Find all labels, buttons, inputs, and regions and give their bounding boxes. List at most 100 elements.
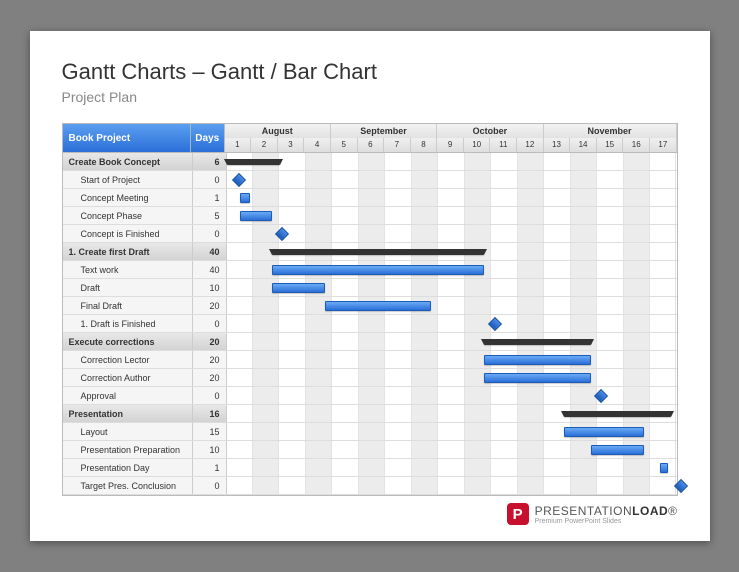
task-name: Presentation xyxy=(63,405,193,422)
task-row: Presentation Day1 xyxy=(63,459,677,477)
task-bar xyxy=(240,193,251,203)
logo-brand-2: LOAD xyxy=(632,504,668,518)
summary-bar xyxy=(564,411,670,417)
logo-text-wrap: PRESENTATIONLOAD® Premium PowerPoint Sli… xyxy=(535,504,678,525)
task-days: 16 xyxy=(193,405,227,422)
week-header: 10 xyxy=(464,138,491,152)
task-row: Presentation Preparation10 xyxy=(63,441,677,459)
task-bar xyxy=(564,427,644,437)
logo-reg: ® xyxy=(668,504,677,518)
task-name: Presentation Day xyxy=(63,459,193,476)
gantt-header: Book Project Days AugustSeptemberOctober… xyxy=(63,124,677,153)
month-header: October xyxy=(437,124,543,138)
task-grid xyxy=(227,405,677,422)
summary-bar xyxy=(272,249,485,255)
task-days: 0 xyxy=(193,387,227,404)
task-grid xyxy=(227,207,677,224)
task-name: Target Pres. Conclusion xyxy=(63,477,193,494)
task-name: 1. Draft is Finished xyxy=(63,315,193,332)
slide-subtitle: Project Plan xyxy=(62,89,678,105)
week-header: 4 xyxy=(304,138,331,152)
project-header: Book Project xyxy=(63,124,191,152)
gantt-body: Create Book Concept6Start of Project0Con… xyxy=(63,153,677,495)
task-days: 40 xyxy=(193,243,227,260)
task-name: 1. Create first Draft xyxy=(63,243,193,260)
task-row: Correction Lector20 xyxy=(63,351,677,369)
task-days: 10 xyxy=(193,279,227,296)
task-bar xyxy=(240,211,272,221)
task-name: Presentation Preparation xyxy=(63,441,193,458)
task-days: 40 xyxy=(193,261,227,278)
week-header: 14 xyxy=(570,138,597,152)
slide: Gantt Charts – Gantt / Bar Chart Project… xyxy=(30,31,710,541)
task-row: 1. Create first Draft40 xyxy=(63,243,677,261)
task-name: Layout xyxy=(63,423,193,440)
task-name: Concept Meeting xyxy=(63,189,193,206)
task-bar xyxy=(272,283,325,293)
task-grid xyxy=(227,459,677,476)
week-header: 5 xyxy=(331,138,358,152)
task-row: Layout15 xyxy=(63,423,677,441)
task-days: 20 xyxy=(193,369,227,386)
days-header: Days xyxy=(191,124,225,152)
task-grid xyxy=(227,225,677,242)
months-row: AugustSeptemberOctoberNovember xyxy=(225,124,677,138)
task-bar xyxy=(484,355,590,365)
task-name: Execute corrections xyxy=(63,333,193,350)
task-grid xyxy=(227,153,677,170)
task-row: Start of Project0 xyxy=(63,171,677,189)
month-header: September xyxy=(331,124,437,138)
task-days: 5 xyxy=(193,207,227,224)
task-grid xyxy=(227,297,677,314)
task-grid xyxy=(227,315,677,332)
task-row: Target Pres. Conclusion0 xyxy=(63,477,677,495)
task-bar xyxy=(660,463,668,473)
task-name: Text work xyxy=(63,261,193,278)
task-row: Concept Phase5 xyxy=(63,207,677,225)
task-row: 1. Draft is Finished0 xyxy=(63,315,677,333)
week-header: 11 xyxy=(490,138,517,152)
timeline-header: AugustSeptemberOctoberNovember 123456789… xyxy=(225,124,677,152)
task-grid xyxy=(227,387,677,404)
week-header: 3 xyxy=(278,138,305,152)
footer-logo: P PRESENTATIONLOAD® Premium PowerPoint S… xyxy=(507,503,678,525)
week-header: 13 xyxy=(544,138,571,152)
task-name: Draft xyxy=(63,279,193,296)
task-days: 0 xyxy=(193,225,227,242)
task-row: Final Draft20 xyxy=(63,297,677,315)
task-row: Execute corrections20 xyxy=(63,333,677,351)
task-name: Final Draft xyxy=(63,297,193,314)
task-row: Concept is Finished0 xyxy=(63,225,677,243)
task-row: Concept Meeting1 xyxy=(63,189,677,207)
task-grid xyxy=(227,333,677,350)
task-days: 1 xyxy=(193,189,227,206)
logo-brand-1: PRESENTATION xyxy=(535,504,633,518)
task-grid xyxy=(227,369,677,386)
task-grid xyxy=(227,261,677,278)
task-name: Create Book Concept xyxy=(63,153,193,170)
slide-title: Gantt Charts – Gantt / Bar Chart xyxy=(62,59,678,85)
month-header: November xyxy=(544,124,677,138)
task-grid xyxy=(227,351,677,368)
task-days: 20 xyxy=(193,351,227,368)
task-days: 1 xyxy=(193,459,227,476)
week-header: 16 xyxy=(623,138,650,152)
gantt-chart: Book Project Days AugustSeptemberOctober… xyxy=(62,123,678,496)
task-days: 0 xyxy=(193,315,227,332)
week-header: 15 xyxy=(597,138,624,152)
logo-sub: Premium PowerPoint Slides xyxy=(535,518,678,525)
week-header: 7 xyxy=(384,138,411,152)
week-header: 2 xyxy=(251,138,278,152)
task-row: Correction Author20 xyxy=(63,369,677,387)
weeks-row: 1234567891011121314151617 xyxy=(225,138,677,152)
task-name: Correction Lector xyxy=(63,351,193,368)
task-name: Start of Project xyxy=(63,171,193,188)
task-bar xyxy=(591,445,644,455)
task-name: Approval xyxy=(63,387,193,404)
task-name: Concept is Finished xyxy=(63,225,193,242)
task-days: 6 xyxy=(193,153,227,170)
task-grid xyxy=(227,477,677,494)
task-row: Create Book Concept6 xyxy=(63,153,677,171)
task-bar xyxy=(484,373,590,383)
task-bar xyxy=(272,265,485,275)
